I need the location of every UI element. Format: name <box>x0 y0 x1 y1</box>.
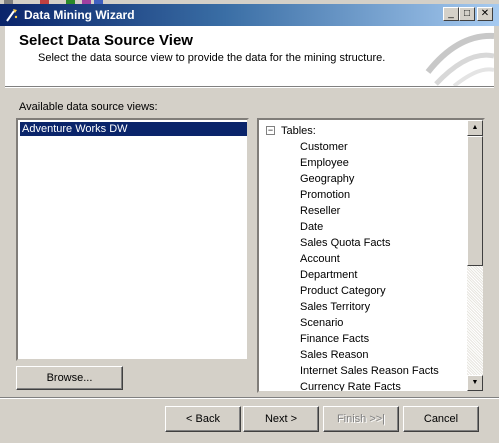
tree-item-table[interactable]: Product Category <box>300 283 439 299</box>
tree-item-table[interactable]: Customer <box>300 139 439 155</box>
wizard-header: Select Data Source View Select the data … <box>5 26 494 86</box>
back-button[interactable]: < Back <box>165 406 241 432</box>
tree-item-table[interactable]: Reseller <box>300 203 439 219</box>
wizard-window: Data Mining Wizard _ □ ✕ Select Data Sou… <box>0 4 499 443</box>
header-divider <box>5 86 494 88</box>
tree-item-table[interactable]: Geography <box>300 171 439 187</box>
tree-item-table[interactable]: Date <box>300 219 439 235</box>
tree-item-table[interactable]: Internet Sales Reason Facts <box>300 363 439 379</box>
tree-item-table[interactable]: Promotion <box>300 187 439 203</box>
scroll-down-arrow-icon[interactable]: ▼ <box>467 375 483 391</box>
close-button[interactable]: ✕ <box>477 7 493 21</box>
tree-root-label[interactable]: Tables: <box>281 123 316 139</box>
tree-item-table[interactable]: Employee <box>300 155 439 171</box>
header-swoosh-graphic <box>425 32 494 86</box>
window-title: Data Mining Wizard <box>24 8 135 22</box>
data-source-view-list[interactable]: Adventure Works DW <box>16 118 249 361</box>
list-item[interactable]: Adventure Works DW <box>20 122 247 136</box>
collapse-toggle-icon[interactable]: − <box>266 126 275 135</box>
scrollbar-thumb[interactable] <box>467 136 483 266</box>
tree-item-table[interactable]: Sales Quota Facts <box>300 235 439 251</box>
table-list: Customer Employee Geography Promotion Resell… <box>300 139 439 391</box>
tree-item-table[interactable]: Finance Facts <box>300 331 439 347</box>
wizard-icon <box>4 7 20 23</box>
scroll-up-arrow-icon[interactable]: ▲ <box>467 120 483 136</box>
next-button[interactable]: Next > <box>243 406 319 432</box>
vertical-scrollbar[interactable]: ▲ ▼ <box>467 120 483 391</box>
browse-button[interactable]: Browse... <box>16 366 123 390</box>
finish-button: Finish >>| <box>323 406 399 432</box>
footer-divider <box>0 397 499 399</box>
tables-tree-view[interactable]: − Tables: Customer Employee Geography Promo… <box>257 118 485 393</box>
tree-item-table[interactable]: Sales Territory <box>300 299 439 315</box>
maximize-button[interactable]: □ <box>459 7 475 21</box>
tree-item-table[interactable]: Department <box>300 267 439 283</box>
cancel-button[interactable]: Cancel <box>403 406 479 432</box>
available-views-label: Available data source views: <box>19 101 158 113</box>
minimize-button[interactable]: _ <box>443 7 459 21</box>
tree-item-table[interactable]: Sales Reason <box>300 347 439 363</box>
page-subtitle: Select the data source view to provide t… <box>38 52 386 64</box>
page-title: Select Data Source View <box>19 32 193 49</box>
tree-item-table[interactable]: Account <box>300 251 439 267</box>
title-bar[interactable]: Data Mining Wizard _ □ ✕ <box>0 4 499 26</box>
tree-item-table[interactable]: Currency Rate Facts <box>300 379 439 391</box>
tree-item-table[interactable]: Scenario <box>300 315 439 331</box>
